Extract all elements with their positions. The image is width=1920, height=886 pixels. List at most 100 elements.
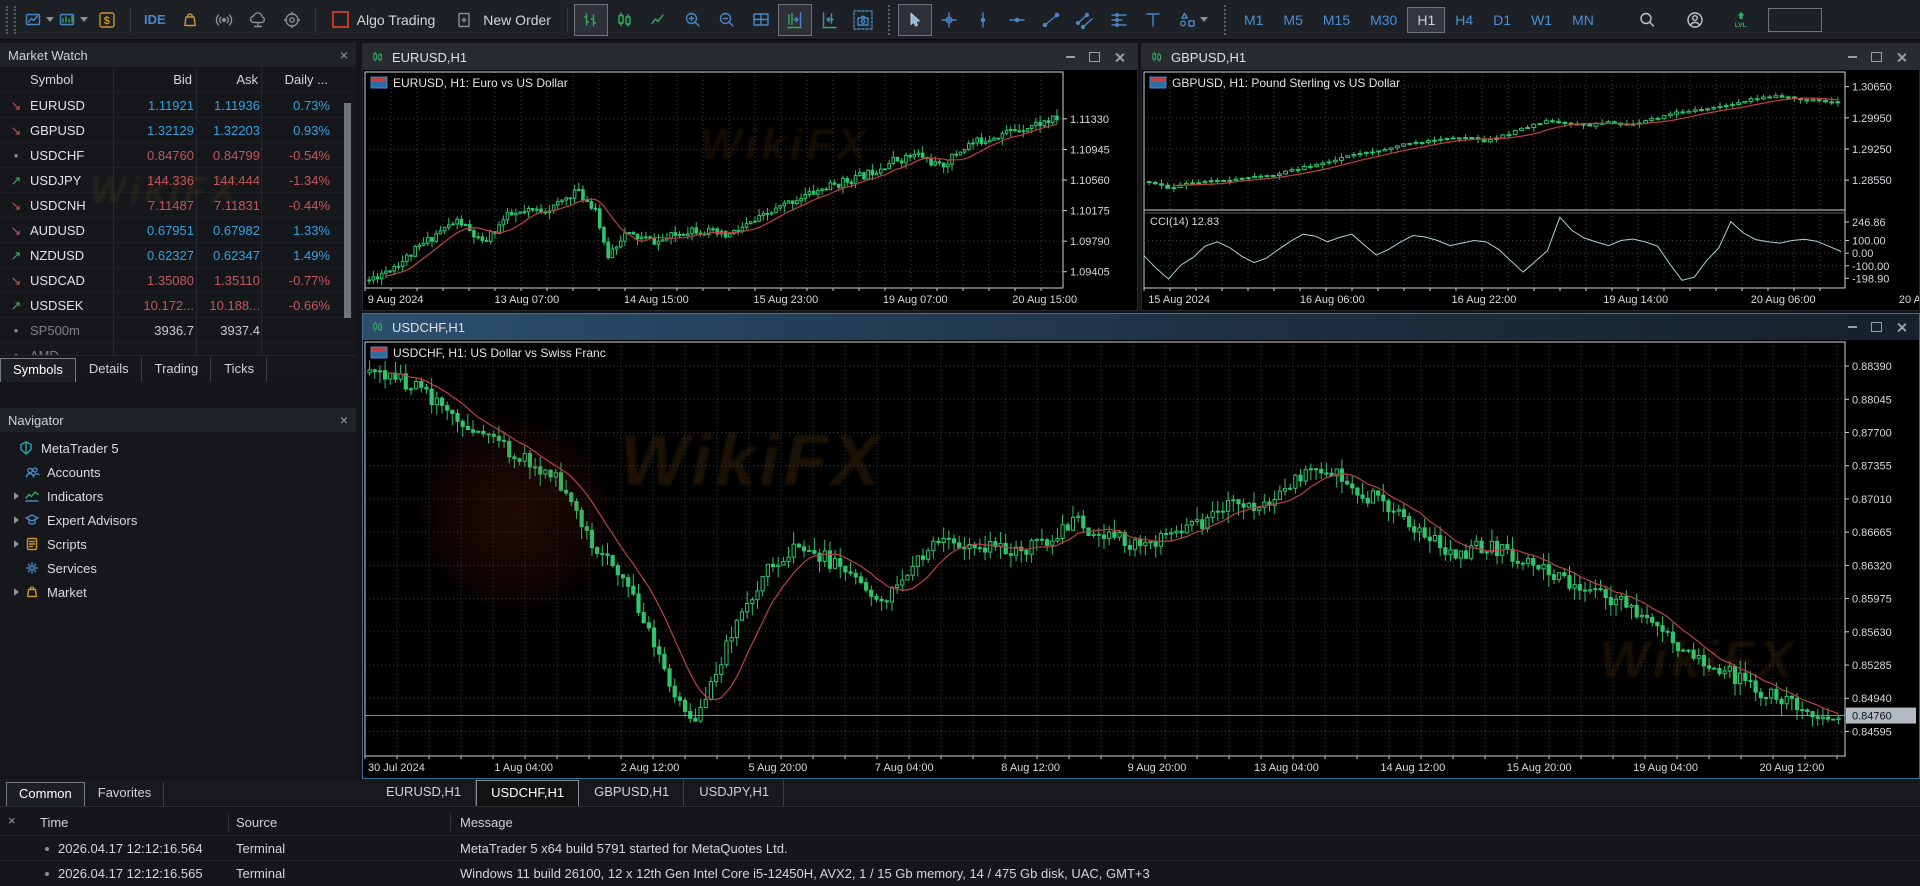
timeframe-M5[interactable]: M5	[1273, 7, 1312, 33]
column-message[interactable]: Message	[460, 811, 513, 835]
trendline-tool-button[interactable]	[1034, 4, 1068, 36]
tab-trading[interactable]: Trading	[142, 357, 212, 382]
maximize-icon[interactable]	[1871, 52, 1882, 62]
column-ask[interactable]: Ask	[236, 67, 258, 92]
timeframe-W1[interactable]: W1	[1521, 7, 1562, 33]
timeframe-MN[interactable]: MN	[1562, 7, 1604, 33]
toolbox-tab-favorites[interactable]: Favorites	[85, 781, 164, 806]
market-watch-row-NZDUSD[interactable]: ↗NZDUSD0.623270.623471.49%	[0, 242, 356, 268]
expand-icon[interactable]	[14, 516, 19, 524]
column-bid[interactable]: Bid	[173, 67, 192, 92]
ide-button[interactable]: IDE	[137, 4, 173, 36]
horizontal-line-tool-button[interactable]	[1000, 4, 1034, 36]
expand-icon[interactable]	[14, 588, 19, 596]
chart-tab-gbpusd-h1[interactable]: GBPUSD,H1	[579, 779, 684, 806]
chart-canvas-gbpusd[interactable]: 1.306501.299501.292501.28550246.86100.00…	[1142, 70, 1919, 310]
column-symbol[interactable]: Symbol	[30, 67, 73, 92]
minimize-icon[interactable]	[1066, 56, 1075, 58]
market-watch-row-AUDUSD[interactable]: ↘AUDUSD0.679510.679821.33%	[0, 217, 356, 243]
indicators-button[interactable]	[56, 4, 90, 36]
tab-details[interactable]: Details	[76, 357, 142, 382]
navigator-header-bar[interactable]: Navigator ×	[0, 408, 356, 432]
sidebar-item-market[interactable]: Market	[0, 580, 356, 604]
auto-scroll-button[interactable]	[812, 4, 846, 36]
journal-row[interactable]: 2026.04.17 12:12:16.564TerminalMetaTrade…	[0, 835, 1920, 861]
chart-window-titlebar[interactable]: USDCHF,H1	[363, 314, 1919, 340]
close-icon[interactable]: ×	[340, 412, 348, 428]
cursor-tool-button[interactable]	[898, 4, 932, 36]
market-watch-row-SP500m[interactable]: •SP500m3936.73937.4	[0, 317, 356, 343]
chart-tab-usdchf-h1[interactable]: USDCHF,H1	[476, 780, 579, 806]
timeframe-H4[interactable]: H4	[1445, 7, 1483, 33]
tab-ticks[interactable]: Ticks	[211, 357, 267, 382]
fibonacci-tool-button[interactable]	[1102, 4, 1136, 36]
market-button[interactable]	[173, 4, 207, 36]
scrollbar[interactable]	[344, 103, 351, 318]
sidebar-item-expert-advisors[interactable]: Expert Advisors	[0, 508, 356, 532]
account-button[interactable]	[1678, 4, 1712, 36]
chart-canvas-usdchf[interactable]: 0.883900.880450.877000.873550.870100.866…	[363, 340, 1919, 778]
sidebar-item-indicators[interactable]: Indicators	[0, 484, 356, 508]
toolbar-empty-box[interactable]	[1768, 8, 1822, 32]
close-icon[interactable]	[1896, 322, 1907, 333]
timeframe-M1[interactable]: M1	[1234, 7, 1273, 33]
sidebar-item-metatrader-5[interactable]: MetaTrader 5	[0, 436, 356, 460]
market-watch-row-USDCHF[interactable]: •USDCHF0.847600.84799-0.54%	[0, 142, 356, 168]
zoom-out-button[interactable]	[710, 4, 744, 36]
copy-trading-button[interactable]	[275, 4, 309, 36]
tab-symbols[interactable]: Symbols	[0, 358, 76, 382]
chart-tab-usdjpy-h1[interactable]: USDJPY,H1	[684, 779, 784, 806]
chart-window-titlebar[interactable]: GBPUSD,H1	[1142, 44, 1919, 70]
signals-button[interactable]	[207, 4, 241, 36]
chart-window-titlebar[interactable]: EURUSD,H1	[363, 44, 1137, 70]
shift-end-button[interactable]	[778, 4, 812, 36]
search-button[interactable]	[1630, 4, 1664, 36]
market-watch-row-USDCAD[interactable]: ↘USDCAD1.350801.35110-0.77%	[0, 267, 356, 293]
market-watch-row-USDCNH[interactable]: ↘USDCNH7.114877.11831-0.44%	[0, 192, 356, 218]
candlestick-chart-button[interactable]	[608, 4, 642, 36]
column-source[interactable]: Source	[236, 811, 277, 835]
toolbar-grip[interactable]	[6, 6, 16, 34]
bar-chart-button[interactable]	[574, 4, 608, 36]
market-watch-row-EURUSD[interactable]: ↘EURUSD1.119211.119360.73%	[0, 92, 356, 118]
chart-canvas-eurusd[interactable]: 1.113301.109451.105601.101751.097901.094…	[363, 70, 1137, 310]
line-chart-button[interactable]	[642, 4, 676, 36]
column-daily[interactable]: Daily ...	[285, 67, 328, 92]
zoom-in-button[interactable]	[676, 4, 710, 36]
close-icon[interactable]: ×	[340, 47, 348, 63]
close-icon[interactable]	[1896, 52, 1907, 63]
journal-row[interactable]: 2026.04.17 12:12:16.565TerminalWindows 1…	[0, 860, 1920, 886]
maximize-icon[interactable]	[1871, 322, 1882, 332]
vps-button[interactable]	[241, 4, 275, 36]
close-icon[interactable]	[1114, 52, 1125, 63]
new-order-button[interactable]: New Order	[445, 5, 561, 35]
text-tool-button[interactable]	[1136, 4, 1170, 36]
sidebar-item-accounts[interactable]: Accounts	[0, 460, 356, 484]
vertical-line-tool-button[interactable]	[966, 4, 1000, 36]
sidebar-item-services[interactable]: Services	[0, 556, 356, 580]
maximize-icon[interactable]	[1089, 52, 1100, 62]
market-watch-row-GBPUSD[interactable]: ↘GBPUSD1.321291.322030.93%	[0, 117, 356, 143]
sidebar-item-scripts[interactable]: Scripts	[0, 532, 356, 556]
channel-tool-button[interactable]	[1068, 4, 1102, 36]
timeframe-D1[interactable]: D1	[1483, 7, 1521, 33]
tile-windows-button[interactable]	[744, 4, 778, 36]
toolbox-tab-common[interactable]: Common	[6, 782, 85, 806]
level-button[interactable]: LVL	[1724, 4, 1758, 36]
column-time[interactable]: Time	[40, 811, 68, 835]
chart-tab-eurusd-h1[interactable]: EURUSD,H1	[371, 779, 476, 806]
crosshair-tool-button[interactable]	[932, 4, 966, 36]
chart-profiles-button[interactable]	[22, 4, 56, 36]
minimize-icon[interactable]	[1848, 56, 1857, 58]
expand-icon[interactable]	[14, 492, 19, 500]
timeframe-M30[interactable]: M30	[1360, 7, 1407, 33]
shapes-tool-button[interactable]	[1170, 4, 1216, 36]
screenshot-button[interactable]	[846, 4, 880, 36]
deposit-button[interactable]: $	[90, 4, 124, 36]
timeframe-M15[interactable]: M15	[1313, 7, 1360, 33]
algo-trading-button[interactable]: Algo Trading	[322, 5, 446, 35]
market-watch-row-USDSEK[interactable]: ↗USDSEK10.172...10.188...-0.66%	[0, 292, 356, 318]
minimize-icon[interactable]	[1848, 326, 1857, 328]
market-watch-header-bar[interactable]: Market Watch ×	[0, 43, 356, 67]
expand-icon[interactable]	[14, 540, 19, 548]
